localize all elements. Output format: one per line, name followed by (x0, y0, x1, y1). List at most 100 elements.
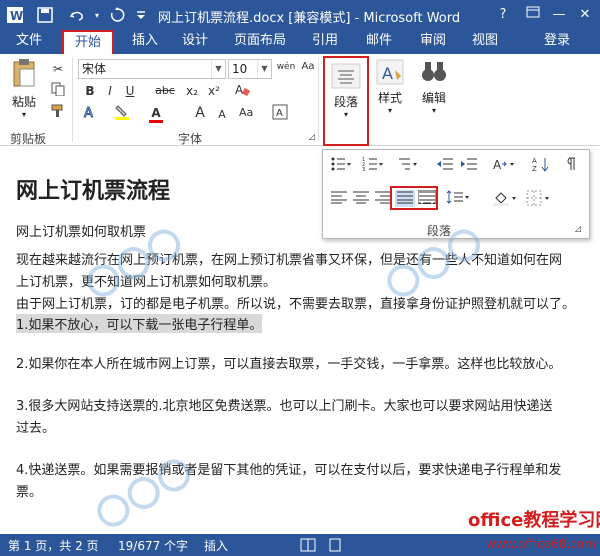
editing-button[interactable]: 编辑 ▾ (414, 58, 454, 122)
clear-format-icon[interactable]: A (232, 82, 252, 100)
editing-label: 编辑 (421, 91, 446, 105)
svg-text:A: A (84, 106, 93, 120)
styles-button[interactable]: A 样式 ▾ (372, 58, 408, 122)
ribbon: 粘贴 ▾ ✂ 剪贴板 宋体 ▼ 10 ▼ wén Aa B I U abc x₂… (0, 54, 600, 146)
align-left-icon[interactable] (329, 190, 349, 207)
justify-icon[interactable] (395, 190, 415, 207)
tab-design[interactable]: 设计 (176, 30, 214, 54)
tab-mailings[interactable]: 邮件 (360, 30, 398, 54)
bold-button[interactable]: B (80, 82, 100, 100)
shading-icon[interactable] (491, 190, 519, 209)
title-bar: W ▾ 网上订机票流程.docx [兼容模式] - Microsoft Word… (0, 0, 600, 30)
read-mode-icon[interactable] (300, 538, 316, 555)
paragraph-line: 4.快递送票。如果需要报销或者是留下其他的凭证，可以在支付以后，要求快递电子行程… (16, 463, 562, 478)
svg-text:A: A (493, 158, 502, 172)
styles-icon: A (376, 59, 404, 85)
tab-home[interactable]: 开始 (62, 30, 114, 54)
font-color-letter: A (151, 106, 161, 120)
grow-font-button[interactable]: A (190, 104, 210, 122)
chevron-down-icon: ▾ (343, 110, 348, 119)
phonetic-guide-icon[interactable]: wén (276, 58, 296, 76)
minimize-button[interactable]: — (548, 4, 570, 26)
font-group-label: 字体 (178, 132, 203, 146)
print-layout-icon[interactable] (328, 538, 342, 555)
highlight-color-icon[interactable] (112, 104, 132, 122)
decrease-indent-icon[interactable] (435, 156, 455, 175)
save-icon[interactable] (34, 4, 56, 26)
tab-layout[interactable]: 页面布局 (228, 30, 292, 54)
format-painter-icon[interactable] (48, 104, 68, 122)
copy-icon[interactable] (48, 82, 68, 100)
svg-text:3: 3 (362, 167, 365, 172)
undo-dropdown-icon[interactable]: ▾ (86, 4, 108, 26)
clipboard-group-label: 剪贴板 (10, 132, 47, 146)
show-marks-icon[interactable] (559, 156, 579, 175)
tab-insert[interactable]: 插入 (126, 30, 164, 54)
font-color-bar (149, 120, 163, 123)
insert-mode[interactable]: 插入 (204, 537, 228, 554)
font-name-combo[interactable]: 宋体 ▼ (78, 59, 226, 79)
sort-icon[interactable]: AZ (531, 156, 551, 175)
paragraph-button-label: 段落 (333, 95, 358, 109)
tab-review[interactable]: 审阅 (414, 30, 452, 54)
paragraph-dialog-launcher-icon[interactable]: ◿ (575, 224, 581, 233)
distributed-icon[interactable] (417, 189, 437, 207)
tab-file[interactable]: 文件 (0, 30, 58, 54)
ribbon-display-button[interactable] (522, 4, 544, 26)
border-char-icon[interactable]: A (270, 104, 290, 122)
paragraph-line: 2.如果你在本人所在城市网上订票，可以直接去取票，一手交钱，一手拿票。这样也比较… (16, 357, 562, 372)
svg-text:W: W (10, 9, 23, 23)
font-size-combo[interactable]: 10 ▼ (228, 59, 272, 79)
asian-layout-icon[interactable]: A (491, 156, 517, 175)
group-divider (72, 58, 73, 142)
paste-label: 粘贴 (11, 95, 36, 109)
subscript-button[interactable]: x₂ (182, 82, 202, 100)
svg-text:A: A (276, 108, 283, 119)
paragraph-line: 3.很多大网站支持送票的.北京地区免费送票。也可以上门刷卡。大家也可以要求网站用… (16, 399, 553, 414)
chevron-down-icon: ▼ (257, 60, 271, 78)
change-case-icon[interactable]: Aa (236, 104, 256, 122)
aa-icon[interactable]: Aa (298, 58, 318, 76)
styles-label: 样式 (377, 91, 402, 105)
numbering-icon[interactable]: 123 (361, 156, 385, 175)
superscript-button[interactable]: x² (204, 82, 224, 100)
line-spacing-icon[interactable] (445, 190, 471, 207)
paste-button[interactable]: 粘贴 ▾ (6, 58, 42, 119)
close-button[interactable]: ✕ (574, 4, 596, 26)
increase-indent-icon[interactable] (459, 156, 479, 175)
align-center-icon[interactable] (351, 190, 371, 207)
chevron-down-icon: ▾ (387, 106, 392, 115)
bullets-icon[interactable] (329, 156, 353, 175)
borders-icon[interactable] (525, 190, 553, 209)
svg-text:A: A (235, 83, 244, 96)
svg-text:A: A (532, 157, 537, 165)
font-size-value: 10 (232, 62, 248, 76)
binoculars-icon (422, 62, 446, 81)
tab-references[interactable]: 引用 (306, 30, 344, 54)
login-link[interactable]: 登录 (538, 30, 576, 54)
font-name-value: 宋体 (82, 62, 107, 76)
multilevel-list-icon[interactable] (395, 156, 419, 175)
word-count[interactable]: 19/677 个字 (118, 537, 188, 554)
paragraph-button[interactable]: 段落 ▾ (323, 56, 369, 146)
help-button[interactable]: ? (492, 4, 514, 26)
undo-icon[interactable] (66, 4, 88, 26)
redo-icon[interactable] (106, 4, 128, 26)
svg-text:A: A (382, 64, 393, 83)
customize-icon[interactable] (130, 4, 152, 26)
italic-button[interactable]: I (100, 82, 120, 100)
page-count[interactable]: 第 1 页，共 2 页 (8, 537, 99, 554)
status-bar: 第 1 页，共 2 页 19/677 个字 插入 www.office68.co… (0, 534, 600, 556)
underline-button[interactable]: U (120, 82, 140, 100)
font-dialog-launcher-icon[interactable]: ◿ (302, 128, 322, 146)
font-color-button[interactable]: A (146, 104, 166, 123)
document-subtitle: 网上订机票如何取机票 (16, 225, 147, 240)
strikethrough-button[interactable]: abc (152, 82, 178, 100)
cut-icon[interactable]: ✂ (48, 60, 68, 78)
svg-text:Z: Z (532, 165, 537, 172)
shrink-font-button[interactable]: A (212, 106, 232, 124)
brand-title: office教程学习网 (468, 510, 600, 531)
paragraph-line: 票。 (16, 485, 43, 500)
tab-view[interactable]: 视图 (466, 30, 504, 54)
text-effects-icon[interactable]: A (80, 104, 100, 122)
